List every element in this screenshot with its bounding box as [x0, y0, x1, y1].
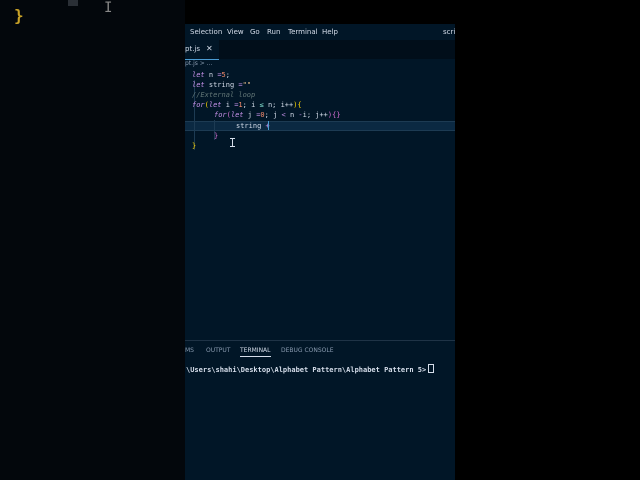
window-title: scrip — [443, 28, 455, 36]
background-right — [455, 0, 640, 480]
code-line-4: for(let i =1; i ≤ n; i++){ — [192, 101, 302, 109]
tab-output[interactable]: OUTPUT — [206, 347, 230, 354]
ghost-box — [68, 0, 78, 6]
ghost-brace-glyph: } — [14, 6, 24, 25]
code-line-7: } — [214, 132, 219, 140]
menu-help[interactable]: Help — [322, 28, 338, 36]
tab-bar: pt.js ✕ — [185, 40, 455, 60]
code-editor[interactable]: let n =5; let string ="" //External loop… — [185, 70, 455, 338]
text-caret — [268, 121, 269, 130]
code-line-6: string + — [236, 122, 270, 130]
tab-terminal[interactable]: TERMINAL — [240, 347, 271, 357]
terminal-cursor — [428, 364, 435, 373]
background-left: } I — [0, 0, 185, 480]
menu-terminal[interactable]: Terminal — [288, 28, 318, 36]
code-line-1: let n =5; — [192, 71, 230, 79]
menu-go[interactable]: Go — [250, 28, 260, 36]
close-icon[interactable]: ✕ — [206, 44, 213, 53]
tab-debug-console[interactable]: DEBUG CONSOLE — [281, 347, 334, 354]
code-line-5: for(let j =0; j < n -i; j++){} — [214, 111, 341, 119]
menu-run[interactable]: Run — [267, 28, 280, 36]
terminal-prompt: \Users\shahi\Desktop\Alphabet Pattern\Al… — [186, 366, 427, 374]
code-line-2: let string ="" — [192, 81, 252, 89]
menu-bar: Selection View Go Run Terminal Help scri… — [185, 24, 455, 40]
current-line-highlight — [185, 121, 455, 131]
menu-selection[interactable]: Selection — [190, 28, 222, 36]
terminal-output[interactable]: \Users\shahi\Desktop\Alphabet Pattern\Al… — [186, 364, 435, 374]
code-line-8: } — [192, 142, 197, 150]
mouse-ibeam-icon — [230, 138, 235, 147]
tab-problems[interactable]: MS — [185, 347, 194, 354]
vscode-window: Selection View Go Run Terminal Help scri… — [185, 0, 455, 480]
menu-view[interactable]: View — [227, 28, 244, 36]
code-line-3: //External loop — [192, 91, 256, 99]
bottom-panel: MS OUTPUT TERMINAL DEBUG CONSOLE \Users\… — [185, 340, 455, 480]
tab-label: pt.js — [185, 45, 201, 53]
breadcrumb[interactable]: pt.js > ... — [185, 60, 212, 67]
editor-tab-script[interactable]: pt.js ✕ — [185, 40, 219, 60]
ghost-cursor-icon: I — [104, 0, 113, 16]
top-letterbox — [185, 0, 455, 24]
